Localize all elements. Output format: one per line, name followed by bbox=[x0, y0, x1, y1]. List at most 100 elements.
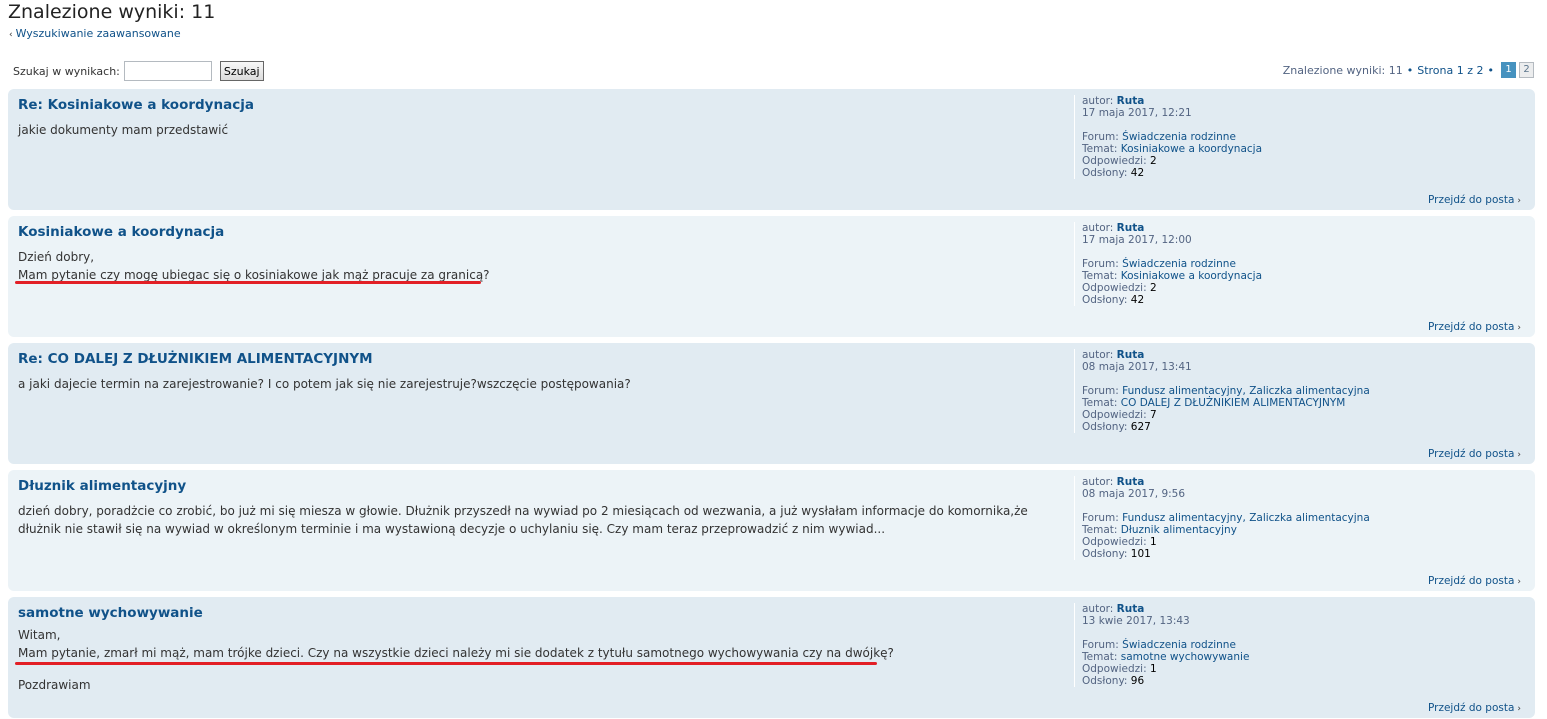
post-date: 08 maja 2017, 13:41 bbox=[1082, 361, 1192, 373]
views-count: 42 bbox=[1130, 167, 1145, 179]
views-label: Odsłony: bbox=[1082, 167, 1128, 179]
views-label: Odsłony: bbox=[1082, 421, 1128, 433]
post-text-line: Witam, bbox=[18, 628, 61, 642]
forum-label: Forum: bbox=[1082, 512, 1119, 524]
post-text-line: dzień dobry, poradżcie co zrobić, bo już… bbox=[18, 504, 1028, 518]
forum-label: Forum: bbox=[1082, 258, 1119, 270]
bullet-separator: • bbox=[1487, 63, 1495, 77]
replies-count: 1 bbox=[1149, 663, 1157, 675]
post-date: 17 maja 2017, 12:00 bbox=[1082, 234, 1192, 246]
replies-label: Odpowiedzi: bbox=[1082, 663, 1147, 675]
advanced-search-label: Wyszukiwanie zaawansowane bbox=[15, 27, 181, 40]
author-label: autor: bbox=[1082, 476, 1114, 488]
forum-link[interactable]: Fundusz alimentacyjny, Zaliczka alimenta… bbox=[1122, 512, 1370, 524]
author-link[interactable]: Ruta bbox=[1117, 349, 1145, 361]
search-result-post: Re: Kosiniakowe a koordynacja jakie doku… bbox=[8, 89, 1535, 210]
post-date: 08 maja 2017, 9:56 bbox=[1082, 488, 1186, 500]
replies-label: Odpowiedzi: bbox=[1082, 409, 1147, 421]
author-link[interactable]: Ruta bbox=[1117, 95, 1145, 107]
post-title-link[interactable]: Kosiniakowe a koordynacja bbox=[18, 224, 224, 240]
views-label: Odsłony: bbox=[1082, 548, 1128, 560]
goto-post-link[interactable]: Przejdź do posta › bbox=[1428, 194, 1521, 206]
forum-link[interactable]: Świadczenia rodzinne bbox=[1122, 258, 1236, 270]
topic-link[interactable]: Dłuznik alimentacyjny bbox=[1121, 524, 1237, 536]
topic-label: Temat: bbox=[1082, 143, 1118, 155]
topic-label: Temat: bbox=[1082, 651, 1118, 663]
views-count: 627 bbox=[1130, 421, 1151, 433]
red-underline-annotation bbox=[15, 662, 877, 665]
bullet-separator: • bbox=[1406, 63, 1414, 77]
post-text-line: dłużnik nie stawił się na wywiad w okreś… bbox=[18, 522, 886, 536]
replies-count: 7 bbox=[1149, 409, 1157, 421]
topic-label: Temat: bbox=[1082, 270, 1118, 282]
forum-label: Forum: bbox=[1082, 385, 1119, 397]
goto-post-label: Przejdź do posta bbox=[1427, 702, 1515, 714]
author-link[interactable]: Ruta bbox=[1117, 476, 1145, 488]
topic-link[interactable]: Kosiniakowe a koordynacja bbox=[1121, 143, 1262, 155]
goto-post-link[interactable]: Przejdź do posta › bbox=[1428, 702, 1521, 714]
post-title-link[interactable]: Dłuznik alimentacyjny bbox=[18, 478, 186, 494]
author-label: autor: bbox=[1082, 222, 1114, 234]
search-button[interactable]: Szukaj bbox=[219, 61, 264, 81]
chevron-right-icon: › bbox=[1517, 450, 1521, 460]
forum-link[interactable]: Świadczenia rodzinne bbox=[1122, 639, 1236, 651]
page-title: Znalezione wyniki: 11 bbox=[8, 1, 216, 23]
post-excerpt: dzień dobry, poradżcie co zrobić, bo już… bbox=[18, 502, 1028, 538]
topic-link[interactable]: Kosiniakowe a koordynacja bbox=[1121, 270, 1262, 282]
search-input[interactable] bbox=[123, 61, 212, 81]
views-count: 101 bbox=[1130, 548, 1151, 560]
post-date: 17 maja 2017, 12:21 bbox=[1082, 107, 1192, 119]
search-result-post: Dłuznik alimentacyjny dzień dobry, porad… bbox=[8, 470, 1535, 591]
results-count: Znalezione wyniki: 11 bbox=[1282, 63, 1403, 77]
post-meta: autor: Ruta 08 maja 2017, 13:41 Forum: F… bbox=[1074, 349, 1370, 433]
search-label: Szukaj w wynikach: bbox=[13, 64, 120, 78]
pagination: Znalezione wyniki: 11 • Strona 1 z 2 • 1… bbox=[1283, 62, 1534, 78]
chevron-right-icon: › bbox=[1517, 577, 1521, 587]
goto-post-label: Przejdź do posta bbox=[1427, 575, 1515, 587]
search-within-results: Szukaj w wynikach: Szukaj bbox=[13, 60, 264, 82]
goto-post-link[interactable]: Przejdź do posta › bbox=[1428, 575, 1521, 587]
page-2-button[interactable]: 2 bbox=[1519, 62, 1534, 78]
topic-link[interactable]: samotne wychowywanie bbox=[1121, 651, 1250, 663]
page-1-button[interactable]: 1 bbox=[1501, 62, 1516, 78]
replies-count: 2 bbox=[1149, 155, 1157, 167]
topic-label: Temat: bbox=[1082, 397, 1118, 409]
chevron-right-icon: › bbox=[1517, 196, 1521, 206]
author-label: autor: bbox=[1082, 603, 1114, 615]
chevron-left-icon: ‹ bbox=[9, 30, 13, 40]
search-result-post: Kosiniakowe a koordynacja Dzień dobry, M… bbox=[8, 216, 1535, 337]
post-text-line: Mam pytanie, zmarł mi mąż, mam trójke dz… bbox=[18, 646, 894, 660]
advanced-search-link[interactable]: ‹ Wyszukiwanie zaawansowane bbox=[9, 27, 181, 40]
forum-link[interactable]: Fundusz alimentacyjny, Zaliczka alimenta… bbox=[1122, 385, 1370, 397]
goto-post-label: Przejdź do posta bbox=[1427, 321, 1515, 333]
author-link[interactable]: Ruta bbox=[1117, 603, 1145, 615]
goto-post-link[interactable]: Przejdź do posta › bbox=[1428, 448, 1521, 460]
goto-post-link[interactable]: Przejdź do posta › bbox=[1428, 321, 1521, 333]
search-result-post: Re: CO DALEJ Z DŁUŻNIKIEM ALIMENTACYJNYM… bbox=[8, 343, 1535, 464]
chevron-right-icon: › bbox=[1517, 323, 1521, 333]
post-title-link[interactable]: samotne wychowywanie bbox=[18, 605, 203, 621]
replies-count: 1 bbox=[1149, 536, 1157, 548]
page-of-label[interactable]: Strona 1 z 2 bbox=[1417, 64, 1483, 77]
views-count: 42 bbox=[1130, 294, 1145, 306]
author-link[interactable]: Ruta bbox=[1117, 222, 1145, 234]
post-title-link[interactable]: Re: CO DALEJ Z DŁUŻNIKIEM ALIMENTACYJNYM bbox=[18, 351, 373, 367]
views-label: Odsłony: bbox=[1082, 675, 1128, 687]
post-meta: autor: Ruta 13 kwie 2017, 13:43 Forum: Ś… bbox=[1074, 603, 1249, 687]
post-date: 13 kwie 2017, 13:43 bbox=[1082, 615, 1190, 627]
post-excerpt: jakie dokumenty mam przedstawić bbox=[18, 121, 1028, 139]
post-title-link[interactable]: Re: Kosiniakowe a koordynacja bbox=[18, 97, 254, 113]
post-excerpt: a jaki dajecie termin na zarejestrowanie… bbox=[18, 375, 1028, 393]
search-result-post: samotne wychowywanie Witam, Mam pytanie,… bbox=[8, 597, 1535, 718]
topic-label: Temat: bbox=[1082, 524, 1118, 536]
post-meta: autor: Ruta 17 maja 2017, 12:21 Forum: Ś… bbox=[1074, 95, 1262, 179]
post-meta: autor: Ruta 08 maja 2017, 9:56 Forum: Fu… bbox=[1074, 476, 1370, 560]
chevron-right-icon: › bbox=[1517, 704, 1521, 714]
author-label: autor: bbox=[1082, 95, 1114, 107]
topic-link[interactable]: CO DALEJ Z DŁUŻNIKIEM ALIMENTACYJNYM bbox=[1121, 397, 1346, 409]
forum-label: Forum: bbox=[1082, 131, 1119, 143]
views-count: 96 bbox=[1130, 675, 1145, 687]
post-meta: autor: Ruta 17 maja 2017, 12:00 Forum: Ś… bbox=[1074, 222, 1262, 306]
replies-label: Odpowiedzi: bbox=[1082, 155, 1147, 167]
forum-link[interactable]: Świadczenia rodzinne bbox=[1122, 131, 1236, 143]
